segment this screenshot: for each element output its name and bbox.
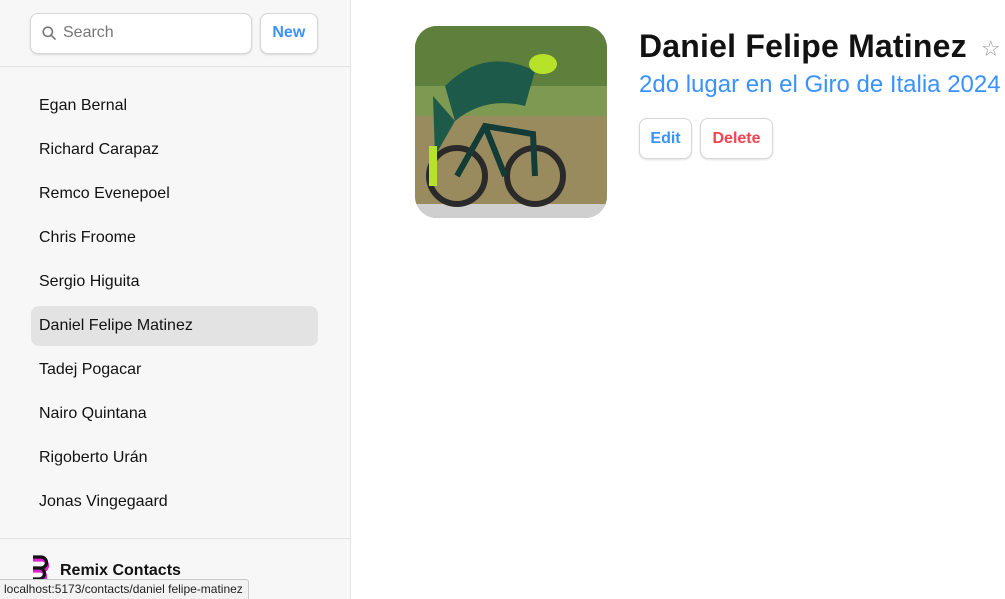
contact-link-tadej-pogacar[interactable]: Tadej Pogacar (31, 350, 318, 390)
contact-info: Daniel Felipe Matinez ☆ 2do lugar en el … (639, 26, 1001, 218)
contact-link-daniel-felipe-matinez[interactable]: Daniel Felipe Matinez (31, 306, 318, 346)
contact-name: Daniel Felipe Matinez (639, 28, 967, 64)
new-contact-button[interactable]: New (259, 12, 318, 54)
contact-link-jonas-vingegaard[interactable]: Jonas Vingegaard (31, 482, 318, 522)
contact-subtitle: 2do lugar en el Giro de Italia 2024 (639, 71, 1001, 98)
search-box[interactable] (30, 12, 252, 54)
brand-name: Remix Contacts (60, 562, 181, 579)
search-bar: New (0, 0, 350, 67)
status-url-tooltip: localhost:5173/contacts/daniel felipe-ma… (0, 579, 249, 599)
contact-list: Egan Bernal Richard Carapaz Remco Evenep… (0, 67, 350, 522)
contact-actions: Edit Delete (639, 118, 1001, 159)
sidebar: New Egan Bernal Richard Carapaz Remco Ev… (0, 0, 351, 599)
contact-link-chris-froome[interactable]: Chris Froome (31, 218, 318, 258)
contact-link-egan-bernal[interactable]: Egan Bernal (31, 86, 318, 126)
delete-button[interactable]: Delete (700, 118, 773, 159)
contact-detail: Daniel Felipe Matinez ☆ 2do lugar en el … (415, 26, 1001, 218)
contact-avatar (415, 26, 607, 218)
contact-link-rigoberto-uran[interactable]: Rigoberto Urán (31, 438, 318, 478)
contact-link-sergio-higuita[interactable]: Sergio Higuita (31, 262, 318, 302)
favorite-star-icon[interactable]: ☆ (981, 37, 1001, 60)
contact-link-remco-evenepoel[interactable]: Remco Evenepoel (31, 174, 318, 214)
contact-link-richard-carapaz[interactable]: Richard Carapaz (31, 130, 318, 170)
search-input[interactable] (63, 24, 233, 42)
cyclist-photo (415, 26, 607, 218)
search-icon (42, 26, 56, 40)
name-row: Daniel Felipe Matinez ☆ (639, 28, 1001, 65)
edit-button[interactable]: Edit (639, 118, 692, 159)
contact-link-nairo-quintana[interactable]: Nairo Quintana (31, 394, 318, 434)
